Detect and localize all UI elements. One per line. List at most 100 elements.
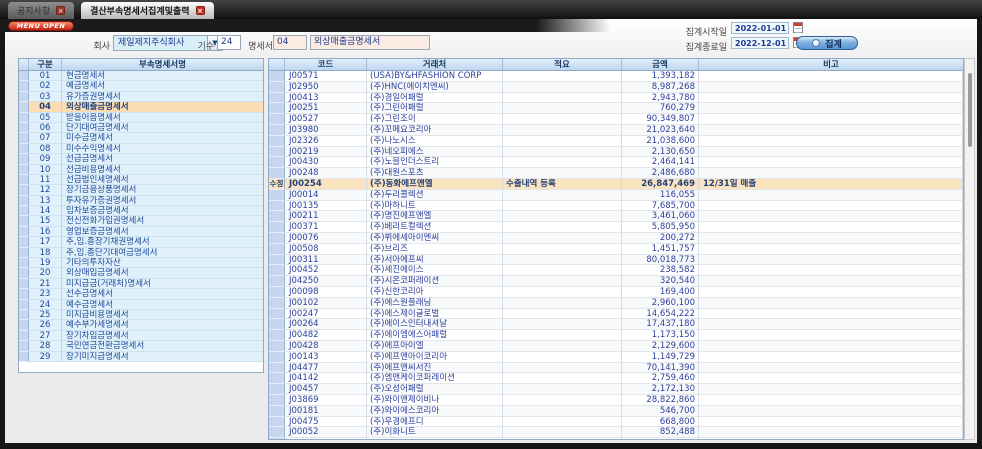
right-table-row[interactable]: J04142(주)엠앤케이코퍼레이션2,759,460 (269, 373, 963, 384)
row-selector[interactable] (19, 144, 29, 154)
row-selector[interactable] (19, 248, 29, 258)
left-table-row[interactable]: 06단기대여금명세서 (19, 123, 263, 133)
tab-close-icon[interactable]: × (196, 6, 205, 15)
left-table-row[interactable]: 01현금명세서 (19, 71, 263, 81)
right-table-row[interactable]: J03980(주)꼬메요코리아21,023,640 (269, 125, 963, 136)
row-selector[interactable] (19, 289, 29, 299)
left-table-row[interactable]: 19기타의투자자산 (19, 258, 263, 268)
right-table-row[interactable]: J00475(주)우경에프디668,800 (269, 417, 963, 428)
right-table-row[interactable]: J04477(주)에프앤씨서진70,141,390 (269, 363, 963, 374)
left-table-row[interactable]: 23선수금명세서 (19, 289, 263, 299)
left-table-row[interactable]: 05받을어음명세서 (19, 113, 263, 123)
right-table-row[interactable]: J00508(주)브리즈1,451,757 (269, 244, 963, 255)
row-selector[interactable] (19, 113, 29, 123)
left-table-row[interactable]: 16영업보증금명세서 (19, 227, 263, 237)
left-table-row[interactable]: 08미수수익명세서 (19, 144, 263, 154)
right-table-row[interactable]: 수정J00254(주)동화에프앤엘수출내역 등록26,847,46912/31일… (269, 179, 963, 190)
left-table-row[interactable]: 07미수금명세서 (19, 133, 263, 143)
vertical-scrollbar[interactable] (964, 58, 975, 440)
right-table-row[interactable]: J02326(주)나노시스21,038,600 (269, 136, 963, 147)
row-selector[interactable] (19, 227, 29, 237)
row-selector[interactable] (19, 279, 29, 289)
statement-code-input[interactable]: 04 (273, 35, 307, 50)
tab-notice[interactable]: 공지사항 × (8, 2, 74, 19)
scrollbar-thumb[interactable] (968, 73, 972, 147)
calendar-icon[interactable] (793, 22, 803, 33)
tab-statement-report[interactable]: 결산부속명세서집계및출력 × (81, 2, 213, 19)
right-table-row[interactable]: J00135(주)마하니트7,685,700 (269, 201, 963, 212)
right-table-row[interactable]: J02950(주)HNC(에이치엔씨)8,987,268 (269, 82, 963, 93)
right-table-row[interactable]: J00457(주)오성어패럴2,172,130 (269, 384, 963, 395)
right-table-row[interactable]: J00428(주)에프아이엘2,129,600 (269, 341, 963, 352)
right-table-row[interactable]: J00264(주)에이스인터내셔날17,437,180 (269, 319, 963, 330)
row-selector[interactable] (19, 268, 29, 278)
aggregate-button[interactable]: 집계 (796, 36, 858, 50)
right-table-row[interactable]: J00482(주)에이엠에스어패럴1,173,150 (269, 330, 963, 341)
row-selector[interactable] (19, 92, 29, 102)
row-selector[interactable] (19, 175, 29, 185)
statement-name-input[interactable]: 외상매출금명세서 (310, 35, 430, 50)
right-table-row[interactable]: J00076(주)뷔에세아이엔씨200,272 (269, 233, 963, 244)
right-table-row[interactable]: J00014(주)두리콜렉션116,055 (269, 190, 963, 201)
left-table-row[interactable]: 15전신전화가입권명세서 (19, 216, 263, 226)
row-selector[interactable] (19, 258, 29, 268)
row-selector[interactable] (19, 341, 29, 351)
right-table-row[interactable]: J00219(주)네오피에스2,130,650 (269, 147, 963, 158)
right-table-row[interactable]: J04250(주)시온코퍼레이션320,540 (269, 276, 963, 287)
left-table-row[interactable]: 27장기차입금명세서 (19, 331, 263, 341)
left-table-row[interactable]: 04외상매출금명세서 (19, 102, 263, 112)
row-selector[interactable] (19, 81, 29, 91)
left-table-row[interactable]: 12장기금융상품명세서 (19, 185, 263, 195)
right-table-row[interactable]: J00251(주)그린어패럴760,279 (269, 103, 963, 114)
left-table-row[interactable]: 17주,임.종장기채권명세서 (19, 237, 263, 247)
left-table-row[interactable]: 14임차보증금명세서 (19, 206, 263, 216)
right-table-row[interactable]: J00211(주)명진에프앤엘3,461,060 (269, 211, 963, 222)
right-table-row[interactable]: J00571(USA)BY&HFASHION CORP1,393,182 (269, 71, 963, 82)
left-table-row[interactable]: 29장기미지급명세서 (19, 352, 263, 362)
right-table-row[interactable]: J00098(주)신한코리아169,400 (269, 287, 963, 298)
tab-close-icon[interactable]: × (56, 6, 65, 15)
start-date-input[interactable]: 2022-01-01 (731, 22, 789, 34)
left-table-row[interactable]: 26예수부가세명세서 (19, 320, 263, 330)
right-table-row[interactable]: J00430(주)노블인더스트리2,464,141 (269, 157, 963, 168)
right-table-row[interactable]: J00052(주)이화니트852,488 (269, 427, 963, 438)
row-selector[interactable] (19, 133, 29, 143)
row-selector[interactable] (19, 71, 29, 81)
right-table-row[interactable]: J00452(주)세진에이스238,582 (269, 265, 963, 276)
right-table-row[interactable]: J00247(주)에스제이글로벌14,654,222 (269, 309, 963, 320)
period-input[interactable]: 24 (217, 35, 241, 50)
row-selector[interactable] (19, 102, 29, 112)
left-table-row[interactable]: 09선급금명세서 (19, 154, 263, 164)
row-selector[interactable] (19, 216, 29, 226)
left-table-row[interactable]: 03유가증권명세서 (19, 92, 263, 102)
row-selector[interactable] (19, 206, 29, 216)
menu-open-badge[interactable]: MENU OPEN (8, 21, 74, 31)
row-selector[interactable] (19, 165, 29, 175)
row-selector[interactable] (19, 320, 29, 330)
left-table-row[interactable]: 25미지급비용명세서 (19, 310, 263, 320)
row-selector[interactable] (19, 331, 29, 341)
right-table-row[interactable]: J00413(주)경일어패럴2,943,780 (269, 93, 963, 104)
left-table-row[interactable]: 02예금명세서 (19, 81, 263, 91)
row-selector[interactable] (19, 310, 29, 320)
row-selector[interactable] (19, 352, 29, 362)
right-table-row[interactable]: J00143(주)에프앤아이코리아1,149,729 (269, 352, 963, 363)
row-selector[interactable] (19, 196, 29, 206)
right-table-row[interactable]: J00371(주)베리트컬렉션5,805,950 (269, 222, 963, 233)
end-date-input[interactable]: 2022-12-01 (731, 37, 789, 49)
right-table-row[interactable]: J00248(주)대원스포츠2,486,680 (269, 168, 963, 179)
left-table-row[interactable]: 13투자유가증권명세서 (19, 196, 263, 206)
left-table-row[interactable]: 11선급법인세명세서 (19, 175, 263, 185)
left-table-row[interactable]: 18주,임.종단기대여금명세서 (19, 248, 263, 258)
right-table-row[interactable]: J00527(주)그린조이90,349,807 (269, 114, 963, 125)
left-table-row[interactable]: 28국민연금전환금명세서 (19, 341, 263, 351)
right-table-row[interactable] (269, 438, 963, 440)
left-table-row[interactable]: 10선급비용명세서 (19, 165, 263, 175)
row-selector[interactable] (19, 300, 29, 310)
row-selector[interactable] (19, 237, 29, 247)
right-table-row[interactable]: J00102(주)에스원플래닝2,960,100 (269, 298, 963, 309)
row-selector[interactable] (19, 123, 29, 133)
left-table-row[interactable]: 24예수금명세서 (19, 300, 263, 310)
right-table-row[interactable]: J00311(주)서아에프씨80,018,773 (269, 255, 963, 266)
left-table-row[interactable]: 21미지급금(거래처)명세서 (19, 279, 263, 289)
